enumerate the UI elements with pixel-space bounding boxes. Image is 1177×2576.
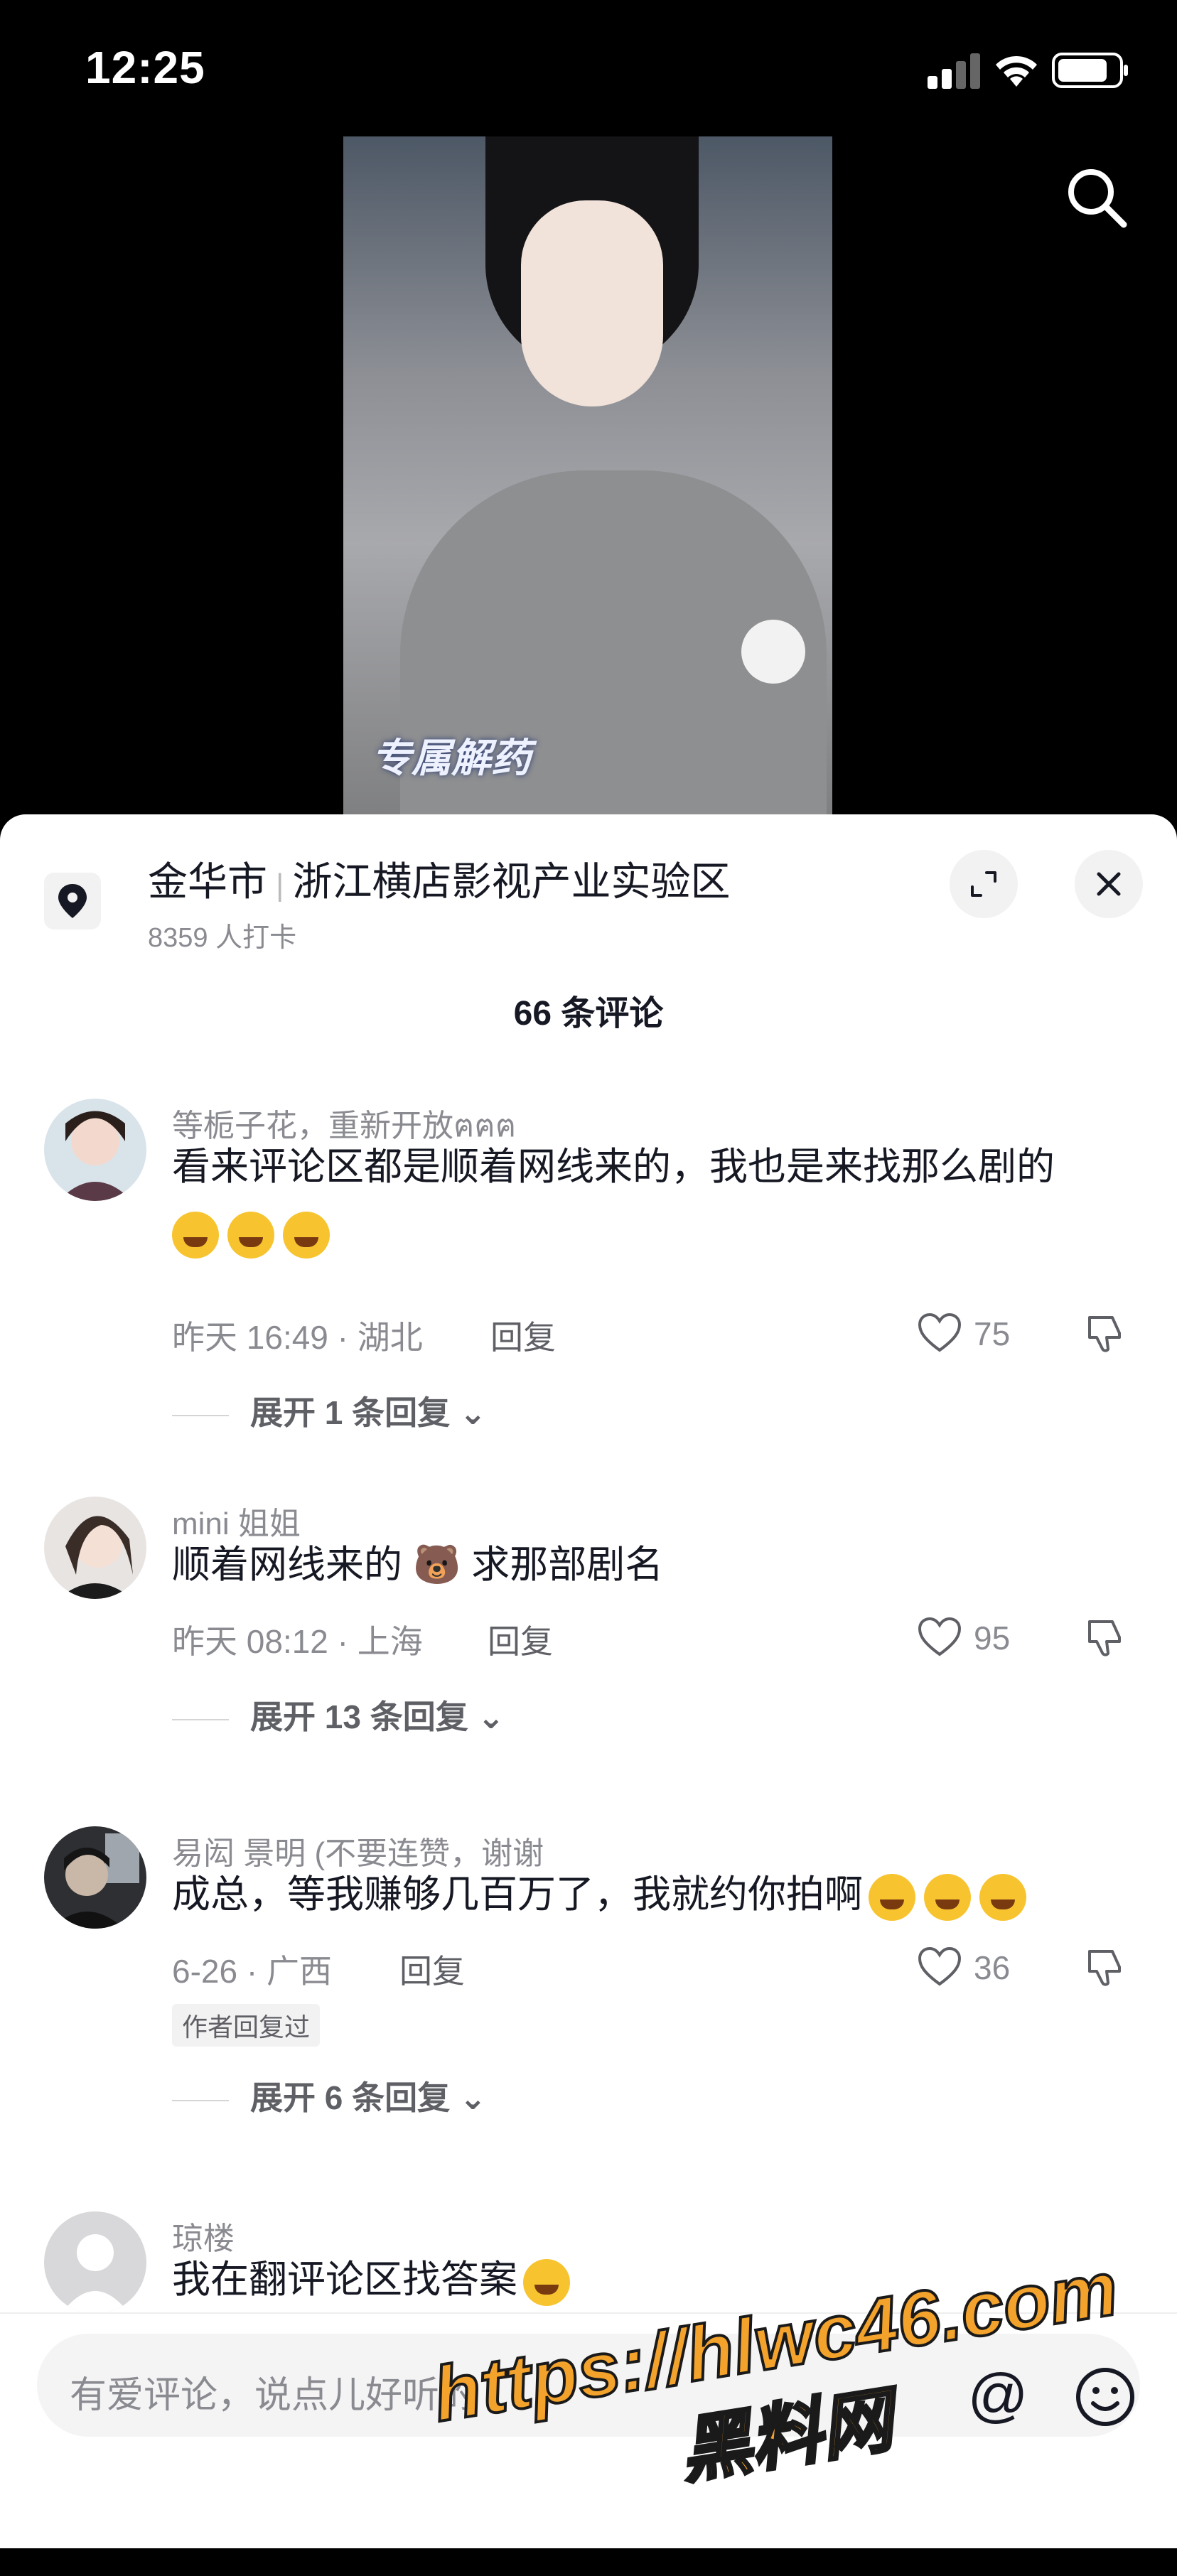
- video-figure-face: [521, 200, 663, 406]
- location-city: 金华市: [148, 859, 267, 904]
- emoji-icon[interactable]: [1073, 2365, 1137, 2429]
- comment-meta: 6-26 · 广西: [172, 1953, 332, 1990]
- avatar-image: [44, 1497, 146, 1599]
- dislike-icon[interactable]: [1084, 1312, 1127, 1354]
- comment-text-content: 我在翻评论区找答案: [172, 2258, 517, 2301]
- avatar-image: [44, 1099, 146, 1201]
- avatar[interactable]: [44, 1826, 146, 1929]
- thinking-emoji-icon: [979, 1873, 1026, 1921]
- cry-laugh-emoji-icon: [227, 1211, 274, 1259]
- thinking-emoji-icon: [924, 1873, 971, 1921]
- expand-replies-label: 展开 1 条回复: [250, 1394, 451, 1431]
- reply-button[interactable]: 回复: [488, 1616, 553, 1663]
- heart-icon: [918, 1946, 962, 1986]
- expand-replies-button[interactable]: 展开 6 条回复 ⌄: [172, 2072, 486, 2119]
- status-bar: 12:25: [0, 0, 1177, 135]
- grin-emoji-icon: [523, 2258, 570, 2306]
- avatar[interactable]: [44, 2211, 146, 2314]
- battery-icon: [1052, 53, 1128, 88]
- like-count: 95: [974, 1620, 1011, 1656]
- wifi-icon: [996, 55, 1037, 87]
- comment-text: 看来评论区都是顺着网线来的，我也是来找那么剧的: [172, 1134, 1139, 1265]
- cry-laugh-emoji-icon: [172, 1211, 219, 1259]
- author-replied-tag: 作者回复过: [172, 2004, 321, 2047]
- heart-icon: [918, 1617, 962, 1656]
- chevron-down-icon: ⌄: [458, 2079, 487, 2116]
- video-brooch: [741, 620, 805, 684]
- comment-input-placeholder: 有爱评论，说点儿好听的: [70, 2375, 477, 2416]
- comment-text: 顺着网线来的 🐻 求那部剧名: [172, 1543, 664, 1586]
- reply-button[interactable]: 回复: [399, 1946, 465, 1993]
- comment-text: 成总，等我赚够几百万了，我就约你拍啊: [172, 1862, 1139, 1927]
- divider-line: [172, 1414, 229, 1416]
- location-checkins: 8359 人打卡: [148, 923, 297, 953]
- status-time: 12:25: [85, 42, 205, 93]
- like-button[interactable]: 95: [917, 1616, 1031, 1659]
- comment-input-bar: 有爱评论，说点儿好听的 @: [0, 2312, 1177, 2548]
- location-place: 浙江横店影视产业实验区: [292, 859, 731, 904]
- divider-line: [172, 2099, 229, 2101]
- like-button[interactable]: 75: [917, 1312, 1031, 1354]
- dislike-icon[interactable]: [1084, 1946, 1127, 1988]
- comments-count: 66 条评论: [513, 995, 664, 1033]
- dislike-icon[interactable]: [1084, 1616, 1127, 1659]
- default-avatar-icon: [44, 2211, 146, 2314]
- location-pin-icon: [44, 873, 101, 929]
- like-button[interactable]: 36: [917, 1946, 1031, 1988]
- expand-replies-label: 展开 13 条回复: [250, 1698, 468, 1735]
- avatar-image: [44, 1826, 146, 1929]
- expand-sheet-button[interactable]: [950, 850, 1018, 918]
- comment-input[interactable]: 有爱评论，说点儿好听的 @: [37, 2334, 1140, 2437]
- mention-icon[interactable]: @: [962, 2359, 1033, 2430]
- expand-replies-label: 展开 6 条回复: [250, 2079, 451, 2116]
- reply-button[interactable]: 回复: [490, 1312, 556, 1359]
- avatar[interactable]: [44, 1497, 146, 1599]
- thinking-emoji-icon: [869, 1873, 915, 1921]
- location-separator: |: [276, 868, 284, 902]
- comment-text: 我在翻评论区找答案: [172, 2247, 1139, 2312]
- like-count: 75: [974, 1315, 1011, 1352]
- avatar[interactable]: [44, 1099, 146, 1201]
- search-icon[interactable]: [1063, 163, 1130, 231]
- expand-replies-button[interactable]: 展开 1 条回复 ⌄: [172, 1387, 486, 1434]
- comment-meta: 昨天 08:12 · 上海: [172, 1623, 423, 1660]
- close-icon: [1097, 872, 1121, 896]
- like-count: 36: [974, 1949, 1011, 1986]
- comment-sheet: 金华市 | 浙江横店影视产业实验区 8359 人打卡 66 条评论 等栀子花，重新开…: [0, 814, 1177, 2547]
- expand-replies-button[interactable]: 展开 13 条回复 ⌄: [172, 1691, 505, 1738]
- chevron-down-icon: ⌄: [477, 1698, 505, 1735]
- video-caption: 专属解药: [372, 735, 531, 780]
- location-title[interactable]: 金华市 | 浙江横店影视产业实验区: [148, 850, 730, 907]
- comment-meta: 昨天 16:49 · 湖北: [172, 1319, 423, 1356]
- cry-laugh-emoji-icon: [283, 1211, 330, 1259]
- comment-text-content: 成总，等我赚够几百万了，我就约你拍啊: [172, 1873, 863, 1916]
- video-player[interactable]: 专属解药: [343, 136, 832, 815]
- cellular-signal-icon: [928, 53, 980, 89]
- expand-icon: [971, 871, 996, 897]
- chevron-down-icon: ⌄: [458, 1394, 487, 1431]
- divider-line: [172, 1718, 229, 1720]
- heart-icon: [918, 1313, 962, 1352]
- close-sheet-button[interactable]: [1075, 850, 1143, 918]
- comment-text-content: 看来评论区都是顺着网线来的，我也是来找那么剧的: [172, 1146, 1055, 1188]
